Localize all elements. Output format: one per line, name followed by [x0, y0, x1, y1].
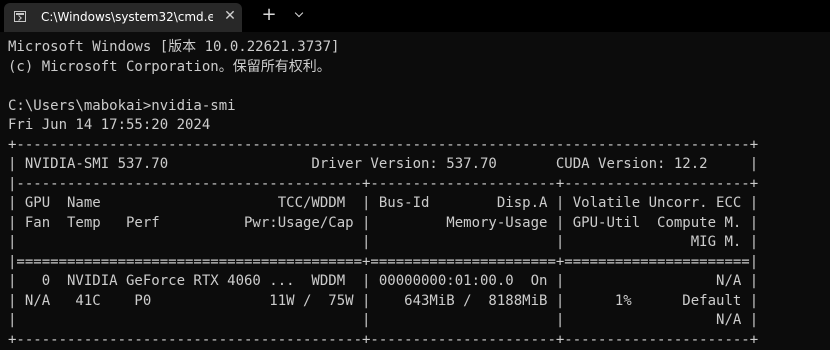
console-line: Fri Jun 14 17:55:20 2024	[8, 117, 211, 133]
terminal-window: C:\Windows\system32\cmd.e: ✕ + Microsoft…	[0, 0, 830, 350]
tab-bar: C:\Windows\system32\cmd.e: ✕ +	[0, 0, 830, 32]
console-line: Microsoft Windows [版本 10.0.22621.3737]	[8, 39, 340, 55]
console-line: | Fan Temp Perf Pwr:Usage/Cap | Memory-U…	[8, 214, 759, 231]
chevron-down-icon[interactable]	[288, 4, 310, 26]
close-icon[interactable]: ✕	[221, 7, 239, 25]
console-line: C:\Users\mabokai>nvidia-smi	[8, 97, 236, 114]
console-line: | NVIDIA-SMI 537.70 Driver Version: 537.…	[8, 156, 759, 172]
new-tab-button[interactable]: +	[258, 4, 280, 26]
console-line: | GPU Name TCC/WDDM | Bus-Id Disp.A | Vo…	[8, 195, 759, 211]
console-line: +---------------------------------------…	[8, 331, 759, 348]
console-line: (c) Microsoft Corporation。保留所有权利。	[8, 58, 331, 75]
console-line: | 0 NVIDIA GeForce RTX 4060 ... WDDM | 0…	[8, 273, 759, 289]
console-output[interactable]: Microsoft Windows [版本 10.0.22621.3737] (c…	[8, 38, 826, 348]
console-line: |---------------------------------------…	[8, 175, 759, 192]
console-line: | | | MIG M. |	[8, 234, 759, 250]
tab-title: C:\Windows\system32\cmd.e:	[41, 10, 213, 24]
console-line: | | | N/A |	[8, 312, 759, 328]
console-line: |=======================================…	[8, 253, 759, 270]
console-line: +---------------------------------------…	[8, 136, 759, 153]
tab-cmd[interactable]: C:\Windows\system32\cmd.e: ✕	[4, 3, 242, 32]
console-line: | N/A 41C P0 11W / 75W | 643MiB / 8188Mi…	[8, 292, 759, 309]
cmd-icon	[14, 11, 26, 22]
